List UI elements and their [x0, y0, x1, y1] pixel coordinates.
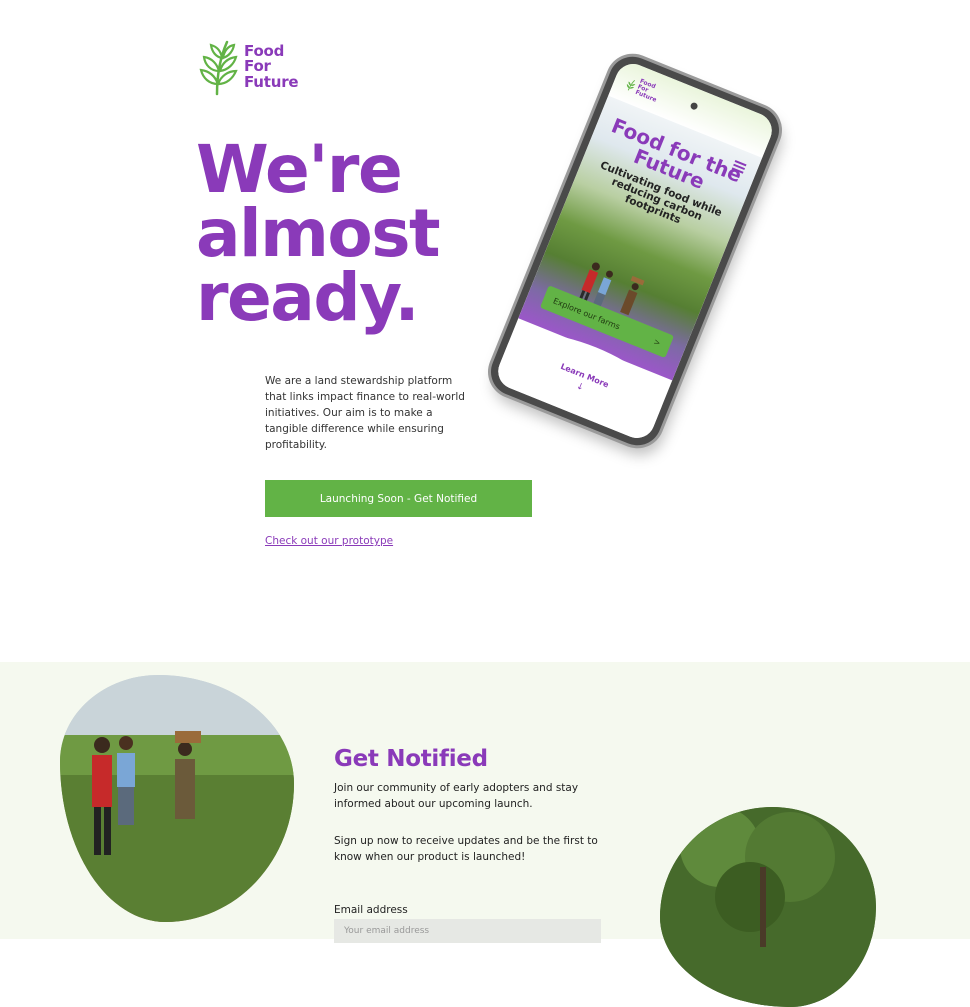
phone-mockup: Food For Future Food for the Future Cult… [483, 49, 787, 453]
logo-line: Future [244, 72, 299, 91]
headline-line: ready. [196, 259, 420, 336]
tree-photo-blob [660, 807, 876, 1007]
farmers-photo-blob [60, 675, 294, 922]
get-notified-button[interactable]: Launching Soon - Get Notified [265, 480, 532, 517]
farmers-image [60, 675, 294, 922]
phone-screen: Food For Future Food for the Future Cult… [492, 58, 778, 444]
hero-headline: We're almost ready. [196, 131, 441, 336]
headline-line: almost [196, 195, 441, 272]
headline-line: We're [196, 131, 403, 208]
notify-section: Get Notified Join our community of early… [0, 662, 970, 1007]
notify-heading: Get Notified [334, 746, 488, 772]
email-label: Email address [334, 904, 408, 916]
notify-paragraph: Sign up now to receive updates and be th… [334, 835, 598, 863]
logo-wordmark: Food For Future [244, 43, 299, 91]
brand-logo[interactable]: Food For Future [197, 38, 299, 96]
notify-paragraph: Join our community of early adopters and… [334, 782, 579, 810]
chevron-right-icon: > [652, 336, 662, 348]
tree-image [660, 807, 876, 1007]
email-field[interactable] [334, 919, 601, 943]
prototype-link[interactable]: Check out our prototype [265, 535, 393, 547]
wheat-leaf-icon [199, 40, 238, 96]
intro-text: We are a land stewardship platform that … [265, 375, 465, 451]
